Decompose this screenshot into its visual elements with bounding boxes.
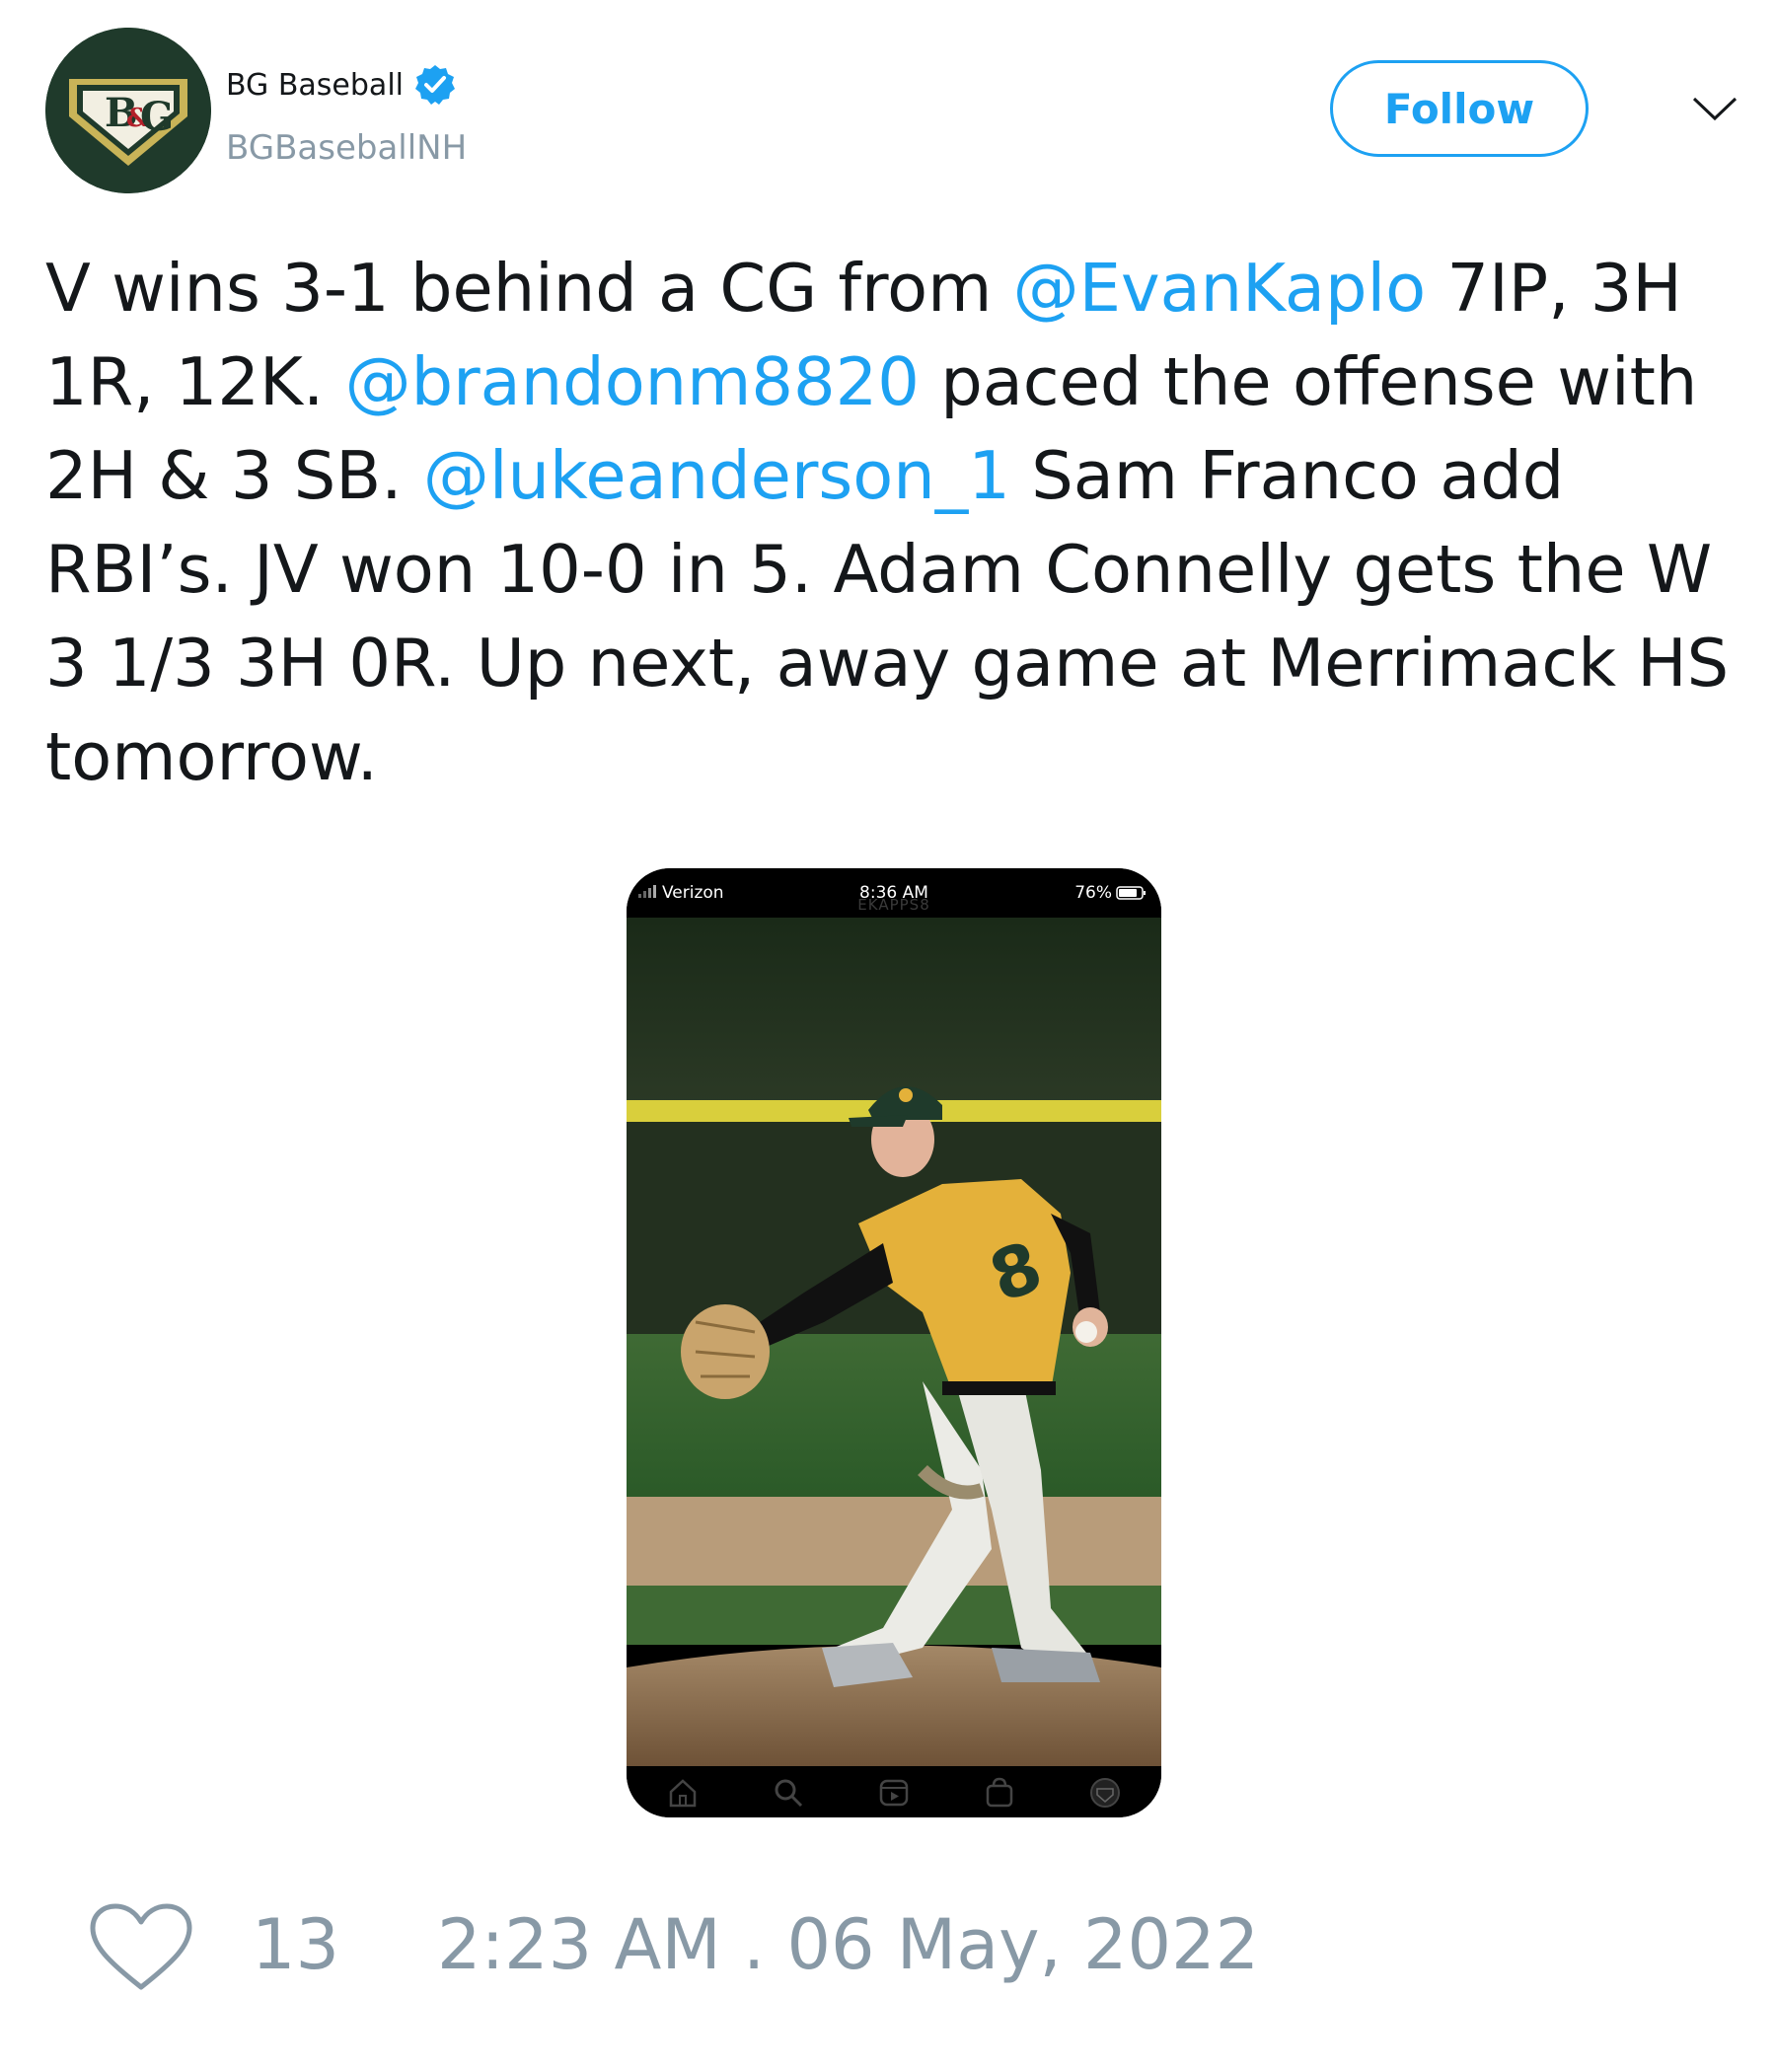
author-row: BG Baseball <box>226 63 457 107</box>
tweet-media[interactable]: Verizon 8:36 AM 76% EKAPPS8 8 <box>627 868 1161 1817</box>
home-icon[interactable] <box>666 1776 700 1810</box>
tweet-text: V wins 3-1 behind a CG from @EvanKaplo 7… <box>45 242 1762 804</box>
heart-icon[interactable] <box>89 1902 193 1993</box>
mention-link[interactable]: @EvanKaplo <box>1013 250 1426 327</box>
reels-icon[interactable] <box>877 1776 911 1810</box>
shop-icon[interactable] <box>983 1776 1016 1810</box>
verified-badge-icon <box>415 65 455 105</box>
pitcher-photo: 8 <box>627 918 1161 1766</box>
app-header: EKAPPS8 <box>857 896 930 914</box>
svg-text:G: G <box>140 94 174 140</box>
chevron-down-icon[interactable] <box>1690 91 1739 126</box>
tweet-text-segment: V wins 3-1 behind a CG from <box>45 250 1013 327</box>
search-icon[interactable] <box>772 1776 805 1810</box>
mention-link[interactable]: @brandonm8820 <box>345 343 920 420</box>
like-count: 13 <box>252 1904 340 1985</box>
follow-button[interactable]: Follow <box>1330 60 1589 157</box>
mention-link[interactable]: @lukeanderson_1 <box>423 437 1010 514</box>
bg-logo-icon: B & G <box>45 28 211 193</box>
handle[interactable]: BGBaseballNH <box>226 128 467 168</box>
phone-status-bar: Verizon 8:36 AM 76% EKAPPS8 <box>627 868 1161 918</box>
profile-icon[interactable] <box>1088 1776 1122 1810</box>
phone-tab-bar <box>627 1766 1161 1817</box>
timestamp[interactable]: 2:23 AM . 06 May, 2022 <box>437 1904 1259 1985</box>
display-name[interactable]: BG Baseball <box>226 68 404 103</box>
avatar[interactable]: B & G <box>45 28 211 193</box>
